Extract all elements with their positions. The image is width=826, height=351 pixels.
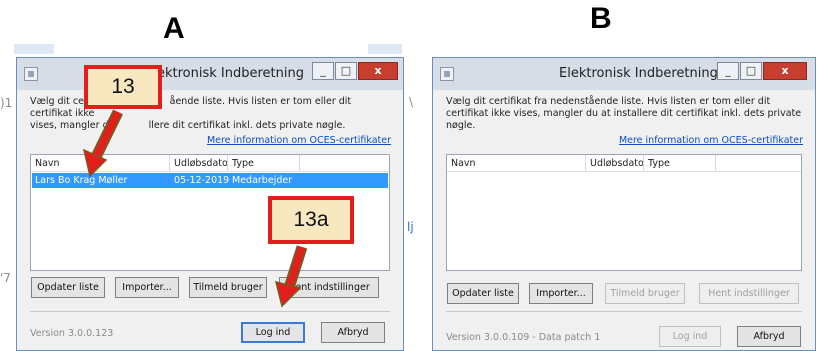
list-header: Navn Udløbsdato Type xyxy=(447,155,801,172)
background-fragment xyxy=(368,44,402,54)
intro-line2-end: llere dit certifikat inkl. dets private … xyxy=(148,120,346,131)
window-b: Elektronisk Indberetning _ □ x Vælg dit … xyxy=(432,57,816,351)
column-expiry[interactable]: Udløbsdato xyxy=(590,158,644,169)
divider xyxy=(446,311,802,312)
login-button[interactable]: Log ind xyxy=(241,322,305,343)
certificate-list[interactable]: Navn Udløbsdato Type xyxy=(446,154,802,271)
minimize-button[interactable]: _ xyxy=(717,62,739,80)
get-settings-button[interactable]: Hent indstillinger xyxy=(279,277,379,298)
close-button[interactable]: x xyxy=(763,62,807,80)
enroll-user-button[interactable]: Tilmeld bruger xyxy=(189,277,267,298)
app-icon xyxy=(24,67,38,81)
list-header: Navn Udløbsdato Type xyxy=(31,155,389,172)
edge-text-right: \ xyxy=(409,95,414,109)
cancel-button[interactable]: Afbryd xyxy=(321,322,385,343)
intro-text: Vælg dit certifikat fra nedenstående lis… xyxy=(446,96,802,131)
cell-name: Lars Bo Krag Møller xyxy=(35,175,128,186)
column-name[interactable]: Navn xyxy=(35,158,60,169)
oces-info-link[interactable]: Mere information om OCES-certifikater xyxy=(619,135,803,146)
cancel-button[interactable]: Afbryd xyxy=(737,326,801,347)
column-type[interactable]: Type xyxy=(232,158,254,169)
edge-text-right: lj xyxy=(407,220,414,234)
maximize-button[interactable]: □ xyxy=(740,62,762,80)
app-icon xyxy=(440,67,454,81)
title-bar: Elektronisk Indberetning _ □ x xyxy=(433,58,815,90)
version-label: Version 3.0.0.109 - Data patch 1 xyxy=(446,332,601,343)
cell-expiry: 05-12-2019 xyxy=(174,175,230,186)
title-bar: ektronisk Indberetning _ □ x xyxy=(17,58,403,90)
oces-info-link[interactable]: Mere information om OCES-certifikater xyxy=(207,135,391,146)
label-a: A xyxy=(163,12,185,45)
background-fragment xyxy=(14,44,54,54)
maximize-button[interactable]: □ xyxy=(335,62,357,80)
cell-type: Medarbejder xyxy=(232,175,293,186)
step-13-callout: 13 xyxy=(84,65,162,109)
edge-text-left: )1 xyxy=(0,96,13,110)
intro-line2-start: vises, mangler d xyxy=(30,120,109,131)
edge-text-left: '7 xyxy=(0,271,11,285)
column-name[interactable]: Navn xyxy=(451,158,476,169)
get-settings-button[interactable]: Hent indstillinger xyxy=(699,283,799,304)
import-button[interactable]: Importer... xyxy=(115,277,179,298)
refresh-list-button[interactable]: Opdater liste xyxy=(31,277,105,298)
label-b: B xyxy=(590,2,612,35)
version-label: Version 3.0.0.123 xyxy=(30,328,114,339)
window-title: Elektronisk Indberetning xyxy=(559,66,718,81)
column-expiry[interactable]: Udløbsdato xyxy=(174,158,228,169)
window-title: ektronisk Indberetning xyxy=(157,66,304,81)
intro-start: Vælg dit cert xyxy=(30,96,92,107)
import-button[interactable]: Importer... xyxy=(529,283,593,304)
divider xyxy=(30,311,390,312)
close-button[interactable]: x xyxy=(358,62,398,80)
minimize-button[interactable]: _ xyxy=(312,62,334,80)
column-type[interactable]: Type xyxy=(648,158,670,169)
table-row[interactable]: Lars Bo Krag Møller 05-12-2019 Medarbejd… xyxy=(32,173,388,188)
step-13a-callout: 13a xyxy=(268,196,354,244)
login-button[interactable]: Log ind xyxy=(659,326,721,347)
enroll-user-button[interactable]: Tilmeld bruger xyxy=(605,283,685,304)
refresh-list-button[interactable]: Opdater liste xyxy=(447,283,519,304)
